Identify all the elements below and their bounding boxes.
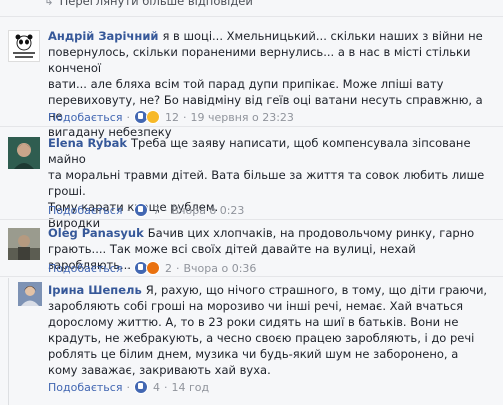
comment-text-line: заробляють собі гроші на морозиво чи інш… — [48, 299, 464, 313]
comment-timestamp[interactable]: Вчора о 0:36 — [183, 262, 256, 275]
reply-thread-line — [8, 278, 9, 405]
view-more-replies-link[interactable]: ↳ Переглянути більше відповідей — [44, 0, 253, 8]
reactions-count[interactable]: 2 — [165, 262, 172, 275]
comment-text-line: вати... але бляха всім той парад дупи пр… — [48, 77, 444, 91]
avatar[interactable] — [8, 228, 40, 260]
reactions-count[interactable]: 7 — [153, 204, 160, 217]
divider — [0, 276, 503, 277]
avatar[interactable] — [8, 30, 40, 62]
like-reaction-icon — [133, 380, 148, 394]
comment-timestamp[interactable]: Вчора о 0:23 — [171, 204, 244, 217]
comment-timestamp[interactable]: 14 год — [171, 381, 209, 394]
angry-reaction-icon — [145, 261, 160, 275]
like-button[interactable]: Подобається — [48, 262, 122, 275]
like-button[interactable]: Подобається — [48, 204, 122, 217]
comment-text-line: дорослому життю. А, то в 23 роки сидять … — [48, 315, 459, 329]
view-more-replies-label: Переглянути більше відповідей — [59, 0, 253, 8]
panda-avatar-icon — [9, 31, 39, 61]
comment-text-line: кому заважає, закривають хай вуха. — [48, 363, 271, 377]
comment-text-line: повернулось, скільки пораненими вернулис… — [48, 45, 471, 75]
comment-meta: Подобається · 7 · Вчора о 0:23 — [48, 203, 245, 217]
user-photo-icon — [8, 137, 40, 169]
avatar[interactable] — [8, 137, 40, 169]
comment-author[interactable]: Elena Rybak — [48, 136, 127, 150]
comment-author[interactable]: Ірина Шепель — [48, 283, 142, 297]
like-button[interactable]: Подобається — [48, 111, 122, 124]
user-photo-icon — [8, 228, 40, 260]
comment-author[interactable]: Андрій Зарічний — [48, 29, 158, 43]
comment-text-line: крадуть, не жебракують, а чесно своєю пр… — [48, 331, 475, 345]
reactions-count[interactable]: 12 — [165, 111, 179, 124]
comment-text-line: роблять це білим днем, музика чи будь-як… — [48, 347, 459, 361]
comment-text-line: я в шоці... Хмельницький... скільки наши… — [162, 29, 483, 43]
reply-arrow-icon: ↳ — [44, 0, 54, 8]
haha-reaction-icon — [145, 110, 160, 124]
divider — [0, 126, 503, 127]
comment-text-line: Я, рахую, що нічого страшного, в тому, щ… — [145, 283, 488, 297]
divider — [0, 219, 503, 220]
comment-meta: Подобається · 4 · 14 год — [48, 380, 210, 394]
comment-meta: Подобається · 12 · 19 червня о 23:23 — [48, 110, 294, 124]
comment-meta: Подобається · 2 · Вчора о 0:36 — [48, 261, 257, 275]
comment-text-line: та моральні травми дітей. Вата більше за… — [48, 168, 485, 198]
comment-author[interactable]: Oleg Panasyuk — [48, 226, 144, 240]
reactions-count[interactable]: 4 — [153, 381, 160, 394]
user-photo-icon — [18, 282, 42, 306]
divider — [0, 16, 503, 17]
comment-timestamp[interactable]: 19 червня о 23:23 — [190, 111, 293, 124]
like-reaction-icon — [133, 203, 148, 217]
like-button[interactable]: Подобається — [48, 381, 122, 394]
comment-text-line: Бачив цих хлопчаків, на продовольчому ри… — [147, 226, 475, 240]
avatar[interactable] — [18, 282, 42, 306]
